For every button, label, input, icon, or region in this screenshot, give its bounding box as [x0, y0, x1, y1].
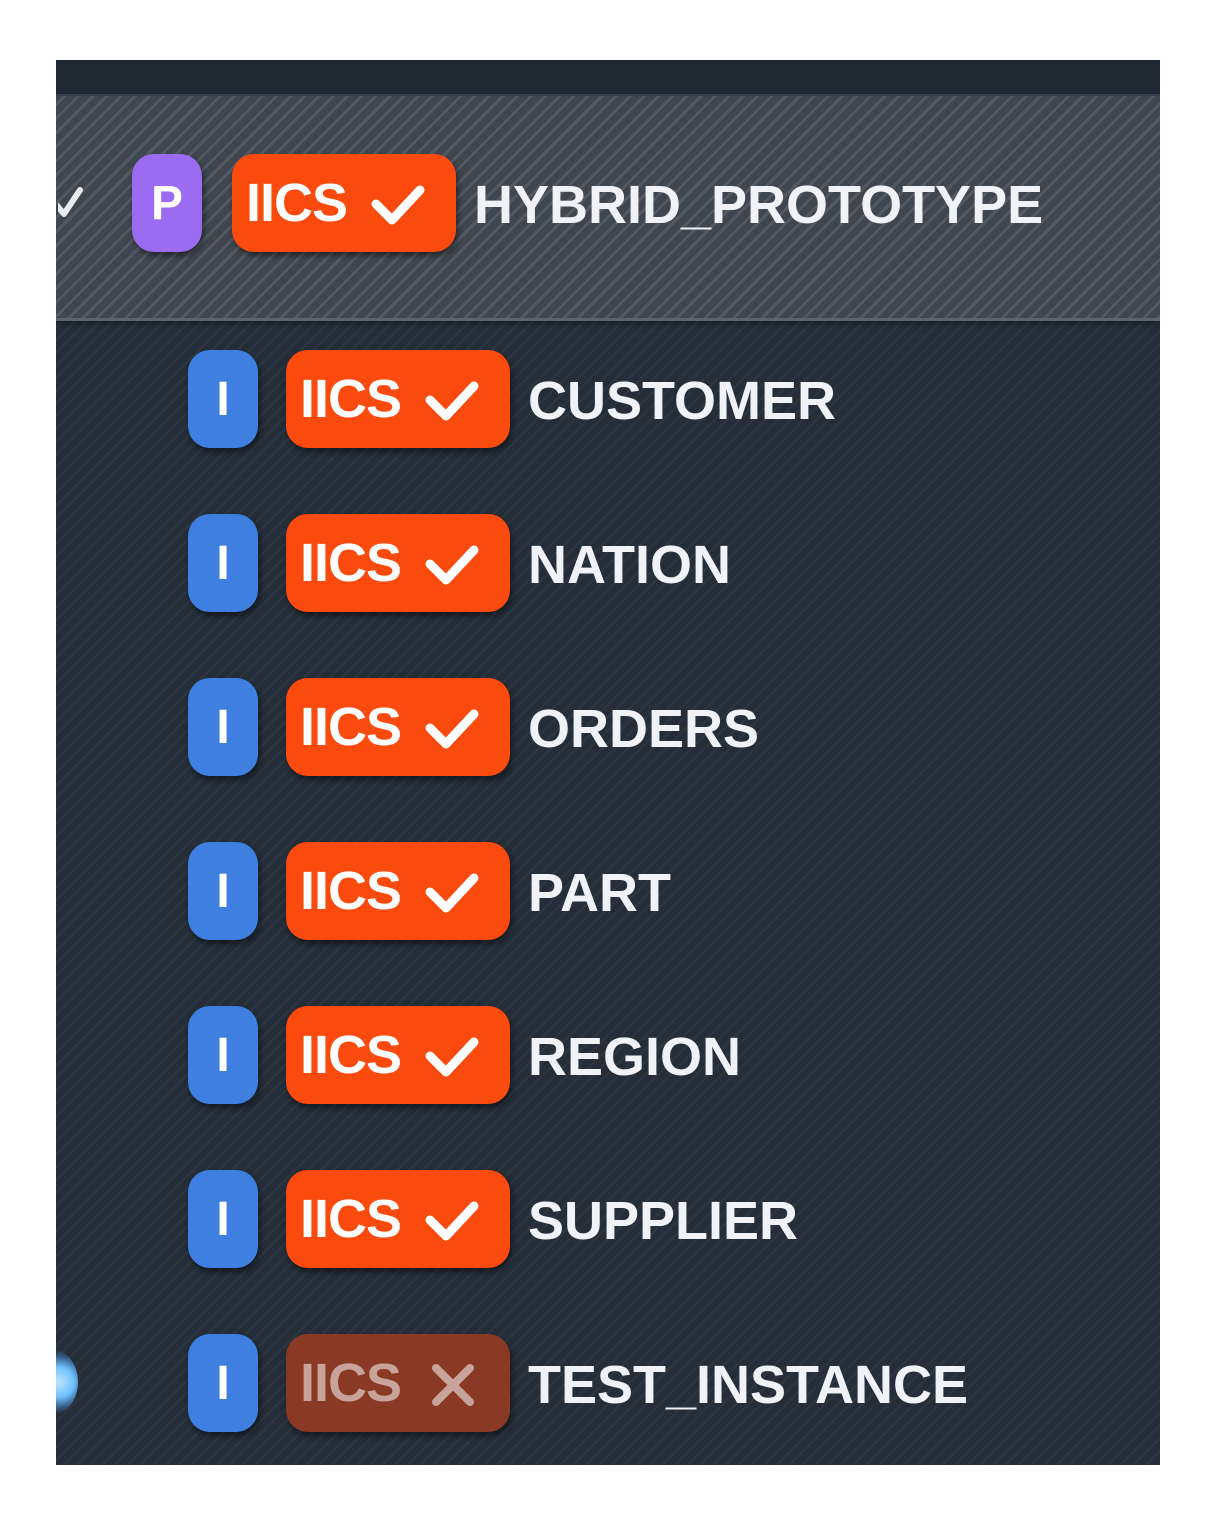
connector-status-badge[interactable]: IICS [286, 1006, 510, 1104]
checkmark-icon [425, 709, 479, 749]
cross-icon [432, 1364, 474, 1406]
type-letter: I [216, 700, 230, 754]
connector-label: IICS [300, 1353, 402, 1413]
instance-type-badge: I [188, 678, 258, 776]
tree-item-label: ORDERS [528, 699, 760, 759]
panel-header-strip [56, 60, 1160, 96]
tree-item-label: HYBRID_PROTOTYPE [474, 175, 1044, 235]
connector-status-badge[interactable]: IICS [232, 154, 456, 252]
connector-label: IICS [300, 697, 402, 757]
tree-item-part[interactable]: I IICS PART [56, 842, 1160, 942]
type-letter: P [150, 176, 183, 230]
tree-item-label: TEST_INSTANCE [528, 1355, 969, 1415]
tree-item-hybrid-prototype[interactable]: P IICS HYBRID_PROTOTYPE [56, 96, 1160, 321]
tree-item-label: REGION [528, 1027, 742, 1087]
tree-item-nation[interactable]: I IICS NATION [56, 514, 1160, 614]
connector-status-badge[interactable]: IICS [286, 842, 510, 940]
connector-label: IICS [300, 1025, 402, 1085]
type-letter: I [216, 1192, 230, 1246]
tree-item-label: PART [528, 863, 671, 923]
tree-item-label: CUSTOMER [528, 371, 837, 431]
tree-item-label: SUPPLIER [528, 1191, 799, 1251]
instance-type-badge: I [188, 350, 258, 448]
connector-status-badge[interactable]: IICS [286, 1334, 510, 1432]
instance-type-badge: I [188, 1006, 258, 1104]
instance-type-badge: I [188, 1170, 258, 1268]
checkmark-icon [425, 873, 479, 913]
project-type-badge: P [132, 154, 202, 252]
connector-label: IICS [246, 173, 348, 233]
checkmark-icon [425, 1037, 479, 1077]
connector-status-badge[interactable]: IICS [286, 514, 510, 612]
chevron-down-icon[interactable] [58, 182, 86, 222]
tree-panel: P IICS HYBRID_PROTOTYPE I IICS CUSTOMER … [56, 60, 1160, 1465]
connector-label: IICS [300, 533, 402, 593]
connector-label: IICS [300, 369, 402, 429]
checkmark-icon [425, 381, 479, 421]
type-letter: I [216, 1028, 230, 1082]
tree-item-orders[interactable]: I IICS ORDERS [56, 678, 1160, 778]
tree-item-supplier[interactable]: I IICS SUPPLIER [56, 1170, 1160, 1270]
glow-dot-icon [56, 1350, 78, 1414]
tree-item-label: NATION [528, 535, 731, 595]
type-letter: I [216, 536, 230, 590]
connector-status-badge[interactable]: IICS [286, 678, 510, 776]
checkmark-icon [425, 1201, 479, 1241]
type-letter: I [216, 864, 230, 918]
tree-item-customer[interactable]: I IICS CUSTOMER [56, 350, 1160, 450]
instance-type-badge: I [188, 842, 258, 940]
type-letter: I [216, 372, 230, 426]
instance-type-badge: I [188, 514, 258, 612]
tree-item-test-instance[interactable]: I IICS TEST_INSTANCE [56, 1334, 1160, 1434]
checkmark-icon [425, 545, 479, 585]
connector-status-badge[interactable]: IICS [286, 350, 510, 448]
tree-item-region[interactable]: I IICS REGION [56, 1006, 1160, 1106]
connector-label: IICS [300, 861, 402, 921]
checkmark-icon [371, 185, 425, 225]
connector-status-badge[interactable]: IICS [286, 1170, 510, 1268]
instance-type-badge: I [188, 1334, 258, 1432]
type-letter: I [216, 1356, 230, 1410]
connector-label: IICS [300, 1189, 402, 1249]
